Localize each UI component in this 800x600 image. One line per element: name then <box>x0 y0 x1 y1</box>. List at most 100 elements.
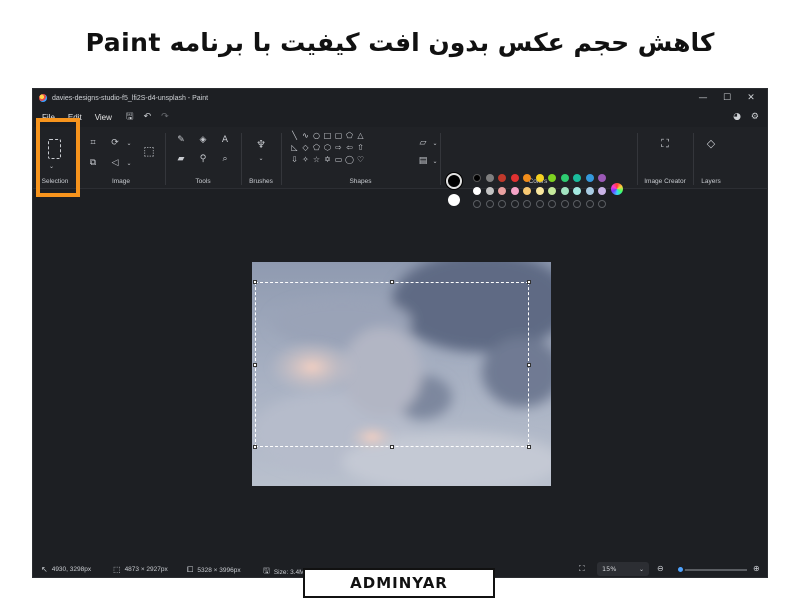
selection-marquee[interactable] <box>255 282 529 447</box>
color-swatch[interactable] <box>560 174 569 182</box>
left-arrow-shape-icon[interactable]: ⇦ <box>344 143 355 153</box>
resize-handle-top-right[interactable] <box>527 280 531 284</box>
color-swatch[interactable] <box>598 174 606 182</box>
zoom-in-icon[interactable]: ⊕ <box>753 564 760 573</box>
callout-shape-icon[interactable]: ▭ <box>333 155 344 165</box>
four-point-star-shape-icon[interactable]: ✧ <box>300 155 311 165</box>
color-swatch[interactable] <box>573 187 581 195</box>
custom-color-slot[interactable] <box>535 200 544 208</box>
custom-color-slot[interactable] <box>473 200 481 208</box>
custom-color-slot[interactable] <box>585 200 594 208</box>
color-swatch[interactable] <box>510 187 519 195</box>
custom-color-slot[interactable] <box>548 200 556 208</box>
right-triangle-shape-icon[interactable]: ◺ <box>289 143 300 153</box>
image-creator-group[interactable]: ⛶ Image Creator <box>639 127 691 189</box>
color-swatch[interactable] <box>510 174 519 182</box>
custom-color-slot[interactable] <box>510 200 519 208</box>
color-swatch[interactable] <box>523 174 531 182</box>
color-swatch[interactable] <box>498 187 506 195</box>
resize-handle-bottom-right[interactable] <box>527 445 531 449</box>
curve-shape-icon[interactable]: ∿ <box>300 131 311 141</box>
zoom-select[interactable]: 15% ⌄ <box>597 562 649 576</box>
save-icon[interactable]: 🖫 <box>126 109 134 125</box>
zoom-out-icon[interactable]: ⊖ <box>657 564 664 573</box>
resize-handle-left[interactable] <box>253 363 257 367</box>
color-swatch[interactable] <box>473 187 481 195</box>
polygon-shape-icon[interactable]: ⬠ <box>344 131 355 141</box>
brush-icon[interactable]: ♆ <box>255 139 267 150</box>
color-swatch[interactable] <box>535 187 544 195</box>
five-point-star-shape-icon[interactable]: ☆ <box>311 155 322 165</box>
magnifier-icon[interactable]: ⌕ <box>219 155 231 164</box>
edit-colors-icon[interactable] <box>611 183 623 195</box>
shape-fill-icon[interactable]: ▤ <box>417 157 429 166</box>
hexagon-shape-icon[interactable]: ⬡ <box>322 143 333 153</box>
color-swatch[interactable] <box>560 187 569 195</box>
resize-handle-bottom[interactable] <box>390 445 394 449</box>
secondary-color-swatch[interactable] <box>448 194 460 206</box>
line-shape-icon[interactable]: ╲ <box>289 131 300 141</box>
custom-color-slot[interactable] <box>523 200 531 208</box>
custom-color-slot[interactable] <box>498 200 506 208</box>
copilot-icon[interactable]: ◕ <box>733 112 741 122</box>
background-removal-icon[interactable]: ⬚ <box>142 145 156 157</box>
rounded-rectangle-shape-icon[interactable]: ▢ <box>333 131 344 141</box>
brush-chevron-icon[interactable]: ⌄ <box>255 154 267 163</box>
oval-callout-shape-icon[interactable]: ◯ <box>344 155 355 165</box>
resize-handle-top-left[interactable] <box>253 280 257 284</box>
custom-color-slot[interactable] <box>573 200 581 208</box>
color-picker-icon[interactable]: ⚲ <box>197 155 209 164</box>
fill-icon[interactable]: ◈ <box>197 136 209 145</box>
color-swatch[interactable] <box>585 187 594 195</box>
maximize-icon[interactable]: ☐ <box>715 89 739 107</box>
down-arrow-shape-icon[interactable]: ⇩ <box>289 155 300 165</box>
redo-icon[interactable]: ↷ <box>161 112 169 122</box>
primary-color-swatch[interactable] <box>446 173 462 189</box>
color-swatch[interactable] <box>485 187 494 195</box>
resize-handle-top[interactable] <box>390 280 394 284</box>
outline-icon[interactable]: ▱ <box>417 139 429 148</box>
settings-icon[interactable]: ⚙ <box>751 112 759 122</box>
right-arrow-shape-icon[interactable]: ⇨ <box>333 143 344 153</box>
pentagon-shape-icon[interactable]: ⬠ <box>311 143 322 153</box>
layers-group[interactable]: ◇ Layers <box>695 127 727 189</box>
heart-shape-icon[interactable]: ♡ <box>355 155 366 165</box>
color-swatch[interactable] <box>523 187 531 195</box>
pencil-icon[interactable]: ✎ <box>175 136 187 145</box>
color-swatch[interactable] <box>598 187 606 195</box>
oval-shape-icon[interactable]: ○ <box>311 131 322 141</box>
menu-view[interactable]: View <box>95 113 112 122</box>
undo-icon[interactable]: ↶ <box>144 112 152 122</box>
color-swatch[interactable] <box>585 174 594 182</box>
custom-color-slot[interactable] <box>598 200 606 208</box>
color-swatch[interactable] <box>535 174 544 182</box>
color-swatch[interactable] <box>548 174 556 182</box>
zoom-slider-track[interactable] <box>679 569 747 571</box>
eraser-icon[interactable]: ▰ <box>175 155 187 164</box>
up-arrow-shape-icon[interactable]: ⇧ <box>355 143 366 153</box>
color-swatch[interactable] <box>573 174 581 182</box>
custom-color-slot[interactable] <box>485 200 494 208</box>
color-swatch[interactable] <box>498 174 506 182</box>
rotate-chevron-icon[interactable]: ⌄ <box>123 139 135 148</box>
custom-color-slot[interactable] <box>560 200 569 208</box>
zoom-slider-thumb[interactable] <box>676 565 686 574</box>
fit-to-window-icon[interactable]: ⛶ <box>579 564 585 574</box>
color-swatch[interactable] <box>548 187 556 195</box>
minimize-icon[interactable]: — <box>691 89 715 107</box>
close-icon[interactable]: ✕ <box>739 89 763 107</box>
flip-icon[interactable]: ◁ <box>109 159 121 168</box>
diamond-shape-icon[interactable]: ◇ <box>300 143 311 153</box>
rectangle-shape-icon[interactable]: □ <box>322 131 333 141</box>
triangle-shape-icon[interactable]: △ <box>355 131 366 141</box>
color-swatch[interactable] <box>485 174 494 182</box>
resize-handle-bottom-left[interactable] <box>253 445 257 449</box>
crop-icon[interactable]: ⌗ <box>87 139 99 148</box>
rotate-icon[interactable]: ⟳ <box>109 139 121 148</box>
six-point-star-shape-icon[interactable]: ✡ <box>322 155 333 165</box>
flip-chevron-icon[interactable]: ⌄ <box>123 159 135 168</box>
resize-icon[interactable]: ⧉ <box>87 159 99 168</box>
color-swatch[interactable] <box>473 174 481 182</box>
text-icon[interactable]: A <box>219 136 231 145</box>
resize-handle-right[interactable] <box>527 363 531 367</box>
